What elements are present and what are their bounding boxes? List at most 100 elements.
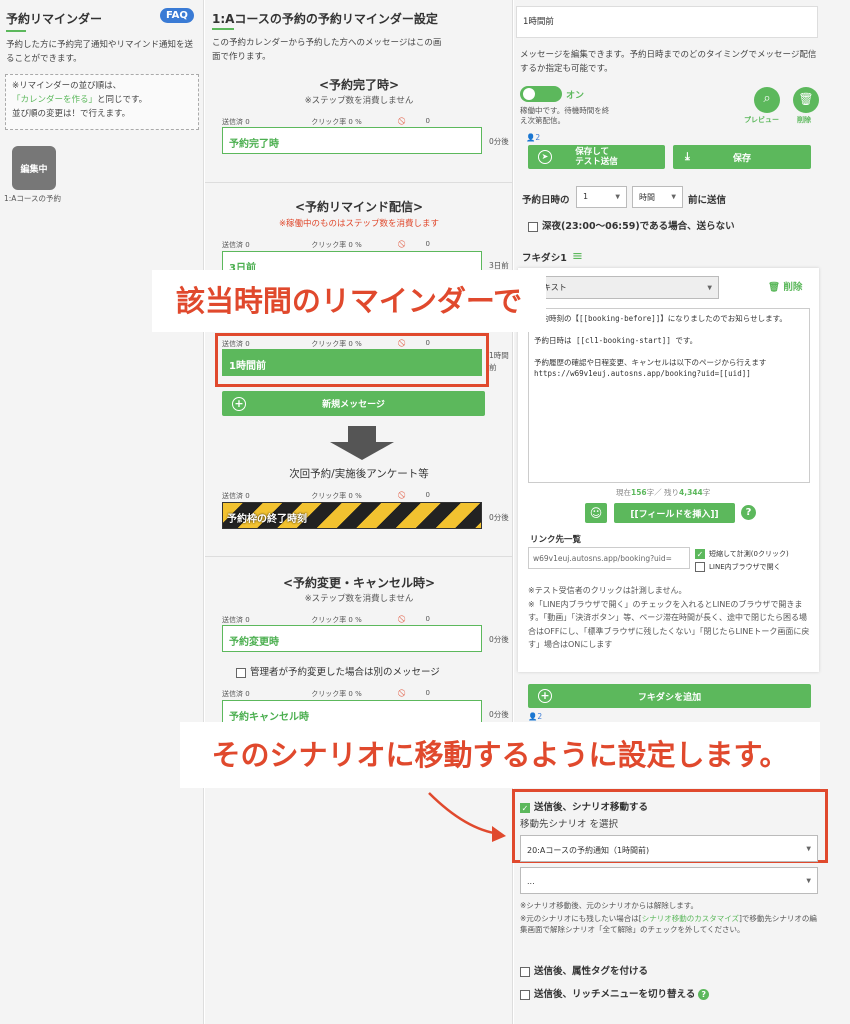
user-count-value: 2 [535, 133, 541, 142]
reminder-item-icon[interactable]: 編集中 [12, 146, 56, 190]
destination-label: 移動先シナリオ を選択 [520, 819, 619, 830]
note-line: と同じです。 [97, 95, 148, 105]
message-type-select[interactable]: テキスト [528, 276, 719, 299]
delete-label[interactable]: 削除 [797, 115, 811, 125]
message-name-input[interactable]: 1時間前 [516, 6, 818, 38]
add-fukidashi-button[interactable]: + フキダシを追加 [528, 684, 811, 708]
after-menu-checkbox[interactable]: 送信後、リッチメニューを切り替える? [520, 986, 710, 1000]
click-rate: クリック率 0 % [311, 690, 362, 698]
message-textarea[interactable]: 予約時刻の【[[booking-before]]】になりましたのでお知らせします… [528, 308, 810, 483]
drag-handle-icon[interactable]: ≡ [572, 249, 583, 264]
shorten-checkbox[interactable]: ✓ 短縮して計測(0クリック) [695, 549, 789, 559]
block-count: 0 [425, 117, 430, 125]
char-left-value: 4,344 [679, 488, 703, 497]
active-toggle[interactable] [520, 86, 562, 102]
fukidashi-delete[interactable]: 🗑 削除 [768, 279, 802, 293]
timing-label: 予約日時の [522, 195, 570, 206]
section-change-sub: ※ステップ数を消費しません [304, 594, 414, 604]
insert-field-button[interactable]: [[フィールドを挿入]] [614, 503, 735, 523]
step-stats: 送信済 0クリック率 0 %⃠ 0 [222, 491, 482, 501]
step-stats: 送信済 0クリック率 0 %⃠ 0 [222, 240, 482, 250]
plus-icon: + [538, 689, 552, 703]
user-count: 👤2 [528, 712, 543, 721]
checkbox-icon [520, 989, 530, 1000]
step-stats: 送信済 0クリック率 0 %⃠ 0 [222, 117, 482, 127]
sent-count: 送信済 0 [222, 690, 250, 698]
trash-icon[interactable]: 🗑 [793, 87, 819, 113]
section-complete-title: <予約完了時> [318, 78, 400, 92]
after-tag-label: 送信後、属性タグを付ける [534, 966, 649, 977]
help-icon[interactable]: ? [698, 989, 710, 1000]
destination-scenario-select[interactable]: 20:Aコースの予約通知（1時間前) [520, 835, 818, 862]
link-url-input[interactable]: w69v1euj.autosns.app/booking?uid= [528, 547, 690, 569]
sent-count: 送信済 0 [222, 241, 250, 249]
scenario-note-2a: ※元のシナリオにも残したい場合は[ [520, 914, 642, 923]
step-delay: 0分後 [489, 635, 509, 644]
section-remind-sub: ※稼働中のものはステップ数を消費します [278, 219, 440, 229]
new-message-button[interactable]: + 新規メッセージ [222, 391, 485, 416]
checkbox-icon [695, 562, 705, 572]
title-underline [212, 28, 234, 30]
preview-icon[interactable]: ⌕ [754, 87, 780, 113]
sidebar-title: 予約リマインダー [6, 12, 103, 26]
timing-unit-select[interactable]: 時間 [632, 186, 683, 208]
char-count-value: 156 [631, 488, 647, 497]
reminder-item-label[interactable]: 1:Aコースの予約 [4, 193, 61, 204]
after-tag-checkbox[interactable]: 送信後、属性タグを付ける [520, 963, 648, 977]
admin-change-label: 管理者が予約変更した場合は別のメッセージ [250, 667, 440, 678]
emoji-icon[interactable]: ☺ [585, 503, 607, 523]
line-browser-label: LINE内ブラウザで開く [709, 563, 781, 571]
add-fukidashi-label: フキダシを追加 [637, 692, 702, 703]
title-underline [6, 30, 26, 32]
block-count: 0 [425, 240, 430, 248]
section-remind-title: <予約リマインド配信> [294, 200, 424, 214]
step-delay: 0分後 [489, 710, 509, 719]
after-scenario-checkbox[interactable]: ✓ 送信後、シナリオ移動する [520, 799, 648, 813]
block-count: 0 [425, 615, 430, 623]
block-count: 0 [425, 491, 430, 499]
save-button[interactable]: ⤓ 保存 [673, 145, 811, 169]
running-note: 稼働中です。待機時間を終え次第配信。 [520, 106, 610, 125]
char-counter: 現在156字／ 残り4,344字 [616, 487, 710, 498]
user-count-value: 2 [537, 712, 543, 721]
sidebar-note: ※リマインダーの並び順は、 「カレンダーを作る」と同じです。 並び順の変更は！で… [5, 74, 199, 130]
night-checkbox[interactable]: 深夜(23:00〜06:59)である場合、送らない [528, 218, 735, 232]
step-complete-card[interactable]: 予約完了時 [222, 127, 482, 154]
settings-title: 1:Aコースの予約の予約リマインダー設定 [212, 12, 438, 26]
char-count-prefix: 現在 [616, 488, 631, 497]
toggle-label: オン [566, 91, 585, 101]
toggle-knob [523, 88, 535, 100]
admin-change-checkbox[interactable]: 管理者が予約変更した場合は別のメッセージ [236, 664, 440, 678]
sent-count: 送信済 0 [222, 616, 250, 624]
annotation-caption-1: 該当時間のリマインダーで [152, 270, 546, 332]
section-divider [205, 556, 513, 557]
section-complete-sub: ※ステップ数を消費しません [304, 96, 414, 106]
step-end-card[interactable]: 予約枠の終了時刻 [222, 502, 482, 529]
scenario-note-1: ※シナリオ移動後、元のシナリオからは解除します。 [520, 901, 699, 910]
help-icon[interactable]: ? [741, 505, 756, 520]
scenario-customize-link[interactable]: シナリオ移動のカスタマイズ [642, 914, 739, 923]
char-suffix: 字 [702, 488, 711, 497]
sent-count: 送信済 0 [222, 492, 250, 500]
checkbox-icon [528, 221, 538, 232]
fukidashi-delete-label: 削除 [783, 282, 803, 293]
secondary-scenario-select[interactable]: ... [520, 867, 818, 894]
timing-number-select[interactable]: 1 [576, 186, 627, 208]
next-label: 次回予約/実施後アンケート等 [289, 468, 429, 480]
send-icon: ➤ [538, 150, 552, 164]
annotation-highlight-box [215, 333, 489, 387]
arrow-down-icon [330, 426, 394, 460]
checkbox-checked-icon: ✓ [520, 802, 530, 813]
line-browser-checkbox[interactable]: LINE内ブラウザで開く [695, 562, 781, 572]
fukidashi-title: フキダシ1 [522, 253, 567, 264]
preview-label[interactable]: プレビュー [744, 115, 779, 125]
save-test-button[interactable]: ➤ 保存して テスト送信 [528, 145, 665, 169]
sidebar-description: 予約した方に予約完了通知やリマインド通知を送ることができます。 [6, 40, 194, 64]
step-change-card[interactable]: 予約変更時 [222, 625, 482, 652]
link-note: ※テスト受信者のクリックは計測しません。 ※「LINE内ブラウザで開く」のチェッ… [528, 586, 810, 649]
scenario-note-2: ※元のシナリオにも残したい場合は[シナリオ移動のカスタマイズ]で移動先シナリオの… [520, 913, 820, 935]
step-stats: 送信済 0クリック率 0 %⃠ 0 [222, 689, 482, 699]
faq-button[interactable]: FAQ [160, 8, 194, 23]
calendar-link[interactable]: 「カレンダーを作る」 [12, 95, 97, 105]
step-delay: 0分後 [489, 513, 509, 522]
